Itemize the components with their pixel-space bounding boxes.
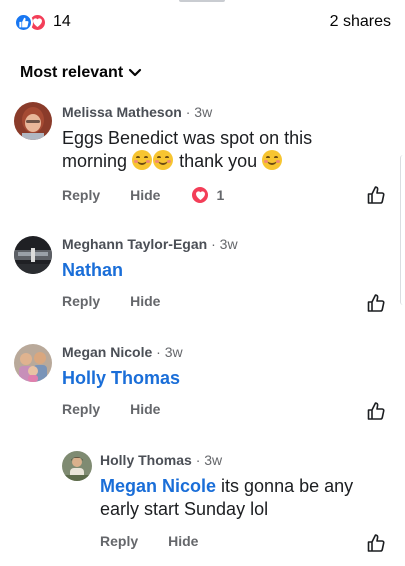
comment-author[interactable]: Melissa Matheson	[62, 104, 182, 120]
comment-actions: Reply Hide 1	[62, 185, 224, 205]
reply-button[interactable]: Reply	[62, 401, 100, 417]
thumbs-up-icon[interactable]	[366, 533, 386, 553]
comment-meta: Meghann Taylor-Egan · 3w	[62, 236, 238, 252]
avatar[interactable]	[62, 451, 92, 481]
mention-link[interactable]: Holly Thomas	[62, 368, 180, 388]
reply-button[interactable]: Reply	[62, 293, 100, 309]
comment-text-line: morning	[62, 151, 128, 171]
smiling-face-emoji-icon	[153, 150, 174, 170]
comment-reaction-count: 1	[216, 187, 225, 203]
comment-meta: Holly Thomas · 3w	[100, 452, 223, 468]
sheet-drag-handle[interactable]	[179, 0, 225, 2]
comment-actions: Reply Hide	[62, 401, 160, 417]
smiling-face-emoji-icon	[132, 150, 153, 170]
comment-time[interactable]: 3w	[204, 452, 222, 468]
hide-button[interactable]: Hide	[130, 401, 160, 417]
comment-time[interactable]: 3w	[194, 104, 212, 120]
hide-button[interactable]: Hide	[168, 533, 198, 549]
mention-link[interactable]: Nathan	[62, 260, 123, 280]
comment-time[interactable]: 3w	[220, 236, 238, 252]
comment-text-line: Eggs Benedict was spot on this	[62, 128, 313, 148]
comment-text: Holly Thomas	[62, 367, 180, 390]
avatar[interactable]	[14, 236, 52, 274]
comment-author[interactable]: Holly Thomas	[100, 452, 192, 468]
chevron-down-icon	[129, 68, 142, 77]
mention-link[interactable]: Megan Nicole	[100, 476, 216, 496]
reaction-count: 14	[53, 13, 71, 30]
avatar[interactable]	[14, 344, 52, 382]
comment-text: Eggs Benedict was spot on this morning t…	[62, 127, 362, 173]
comment-text: Nathan	[62, 259, 123, 282]
reaction-summary-bar: 14 2 shares	[14, 10, 391, 34]
comment-text-line: its gonna be any	[216, 476, 354, 496]
reply-button[interactable]: Reply	[100, 533, 138, 549]
sort-label: Most relevant	[20, 64, 124, 81]
comment-text-line: thank you	[179, 151, 258, 171]
scrollbar[interactable]	[400, 155, 405, 305]
thumbs-up-icon[interactable]	[366, 293, 386, 313]
comment-author[interactable]: Meghann Taylor-Egan	[62, 236, 207, 252]
comment-author[interactable]: Megan Nicole	[62, 344, 152, 360]
hide-button[interactable]: Hide	[130, 293, 160, 309]
thumbs-up-icon[interactable]	[366, 401, 386, 421]
hide-button[interactable]: Hide	[130, 187, 160, 203]
thumbs-up-icon[interactable]	[366, 185, 386, 205]
comment-actions: Reply Hide	[100, 533, 198, 549]
comment-reaction-badge[interactable]: 1	[190, 185, 224, 205]
reaction-summary[interactable]: 14	[14, 12, 71, 32]
sort-dropdown[interactable]: Most relevant	[20, 64, 142, 82]
comment-meta: Melissa Matheson · 3w	[62, 104, 213, 120]
comment-meta: Megan Nicole · 3w	[62, 344, 183, 360]
like-reaction-icon	[14, 12, 33, 32]
avatar[interactable]	[14, 102, 52, 140]
shares-count-link[interactable]: 2 shares	[330, 13, 391, 31]
comment-text: Megan Nicole its gonna be any early star…	[100, 475, 380, 521]
heart-icon	[190, 185, 211, 205]
smiling-face-emoji-icon	[262, 150, 283, 170]
comment-text-line: early start Sunday lol	[100, 499, 269, 519]
comment-time[interactable]: 3w	[165, 344, 183, 360]
comment-actions: Reply Hide	[62, 293, 160, 309]
reply-button[interactable]: Reply	[62, 187, 100, 203]
